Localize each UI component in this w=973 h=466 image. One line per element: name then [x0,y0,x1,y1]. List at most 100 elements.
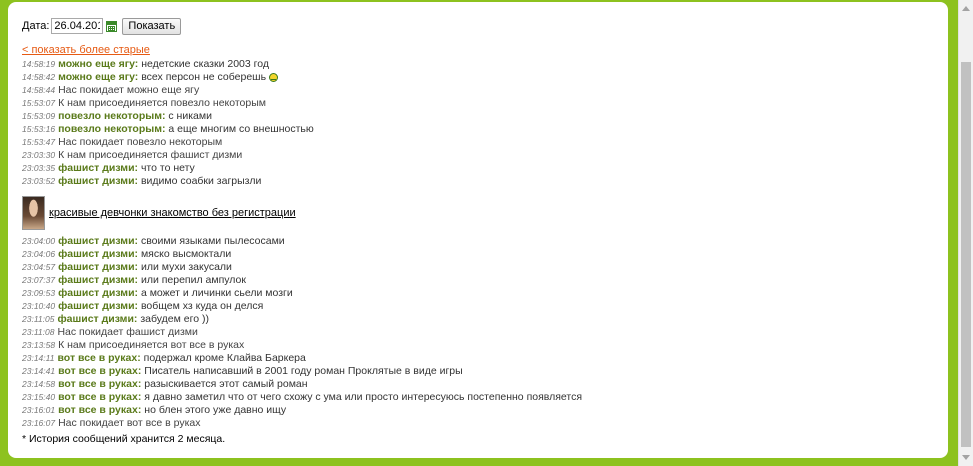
message-author[interactable]: фашист дизми: [58,274,138,286]
message-log: 14:58:19 можно еще ягу: недетские сказки … [22,58,922,188]
message-text: а может и личинки сьели мозги [140,287,293,299]
message-author[interactable]: вот все в руках: [57,352,140,364]
message-author[interactable]: можно еще ягу: [58,71,138,83]
message-timestamp: 23:11:08 [22,327,55,337]
ad-photo[interactable] [22,196,45,230]
message-text: я давно заметил что от чего схожу с ума … [144,391,583,403]
message-timestamp: 23:16:01 [22,405,56,415]
message-author[interactable]: вот все в руках: [58,391,141,403]
message-author[interactable]: фашист дизми: [58,300,138,312]
message-author[interactable]: фашист дизми: [58,175,138,187]
message-timestamp: 23:14:58 [22,379,56,389]
message-author[interactable]: фашист дизми: [58,248,138,260]
message-text: недетские сказки 2003 год [141,58,269,70]
chat-message: 23:11:08 Нас покидает фашист дизми [22,326,922,339]
message-timestamp: 23:03:52 [22,176,56,186]
message-author[interactable]: вот все в руках: [58,378,141,390]
chat-message: 23:03:30 К нам присоединяется фашист дизм… [22,149,922,162]
chat-message: 23:03:52 фашист дизми: видимо соабки загр… [22,175,922,188]
message-timestamp: 23:13:58 [22,340,56,350]
message-timestamp: 15:53:16 [22,124,56,134]
date-filter: Дата: Показать [22,16,182,36]
message-log-continued: 23:04:00 фашист дизми: своими языками пыл… [22,235,922,430]
message-author[interactable]: фашист дизми: [58,235,138,247]
message-author[interactable]: фашист дизми: [58,261,138,273]
message-author[interactable]: фашист дизми: [58,287,138,299]
message-author[interactable]: фашист дизми: [58,162,138,174]
vertical-scrollbar[interactable] [958,0,973,466]
date-label: Дата: [22,20,50,32]
chat-history-panel: Дата: Показать < показать более старые 1… [8,2,948,458]
chat-message: 23:04:00 фашист дизми: своими языками пыл… [22,235,922,248]
show-button[interactable]: Показать [122,17,182,35]
message-author[interactable]: повезло некоторым: [58,110,165,122]
chat-message: 23:14:41 вот все в руках: Писатель написа… [22,365,922,378]
message-author[interactable]: вот все в руках: [58,365,141,377]
message-text: своими языками пылесосами [140,235,285,247]
scroll-down-icon[interactable] [962,455,970,460]
message-timestamp: 15:53:47 [22,137,56,147]
message-text: разыскивается этот самый роман [144,378,308,390]
chat-message: 14:58:44 Нас покидает можно еще ягу [22,84,922,97]
message-timestamp: 14:58:42 [22,72,56,82]
message-text: видимо соабки загрызли [140,175,262,187]
message-timestamp: 15:53:07 [22,98,56,108]
message-timestamp: 23:09:53 [22,288,56,298]
message-text: что то нету [140,162,195,174]
message-text: но блен этого уже давно ищу [144,404,287,416]
chat-message: 23:04:57 фашист дизми: или мухи закусали [22,261,922,274]
message-text: с никами [168,110,212,122]
chat-message: 23:11:05 фашист дизми: забудем его )) [22,313,922,326]
system-message: К нам присоединяется вот все в руках [58,339,245,351]
message-timestamp: 23:15:40 [22,392,56,402]
chat-message: 14:58:19 можно еще ягу: недетские сказки … [22,58,922,71]
scroll-thumb[interactable] [961,62,971,447]
message-timestamp: 23:11:05 [22,314,55,324]
message-text: мяско высмоктали [140,248,232,260]
chat-message: 23:10:40 фашист дизми: вобщем хз куда он … [22,300,922,313]
ad-link[interactable]: красивые девчонки знакомство без регистр… [49,207,296,219]
chat-message: 14:58:42 можно еще ягу: всех персон не со… [22,71,922,84]
message-timestamp: 23:10:40 [22,301,56,311]
message-timestamp: 14:58:19 [22,59,56,69]
system-message: Нас покидает можно еще ягу [58,84,200,96]
message-author[interactable]: повезло некоторым: [58,123,165,135]
chat-message: 23:14:11 вот все в руках: подержал кроме … [22,352,922,365]
chat-message: 15:53:09 повезло некоторым: с никами [22,110,922,123]
message-text: или перепил ампулок [140,274,246,286]
message-timestamp: 23:03:30 [22,150,56,160]
calendar-icon[interactable] [106,20,118,32]
chat-message: 15:53:07 К нам присоединяется повезло нек… [22,97,922,110]
message-timestamp: 23:04:06 [22,249,56,259]
message-text: Писатель написавший в 2001 году роман Пр… [144,365,463,377]
message-text: забудем его )) [140,313,209,325]
message-text: подержал кроме Клайва Баркера [143,352,306,364]
ad-banner[interactable]: красивые девчонки знакомство без регистр… [22,195,296,231]
message-author[interactable]: можно еще ягу: [58,58,138,70]
message-timestamp: 23:14:41 [22,366,56,376]
message-author[interactable]: фашист дизми: [57,313,137,325]
chat-message: 15:53:16 повезло некоторым: а еще многим … [22,123,922,136]
message-author[interactable]: вот все в руках: [58,404,141,416]
show-older-link[interactable]: < показать более старые [22,44,150,56]
chat-message: 23:13:58 К нам присоединяется вот все в р… [22,339,922,352]
date-input[interactable] [51,18,104,34]
message-timestamp: 14:58:44 [22,85,56,95]
system-message: Нас покидает повезло некоторым [58,136,223,148]
chat-message: 23:14:58 вот все в руках: разыскивается э… [22,378,922,391]
system-message: Нас покидает вот все в руках [58,417,201,429]
system-message: Нас покидает фашист дизми [57,326,198,338]
message-timestamp: 23:04:57 [22,262,56,272]
message-timestamp: 23:04:00 [22,236,56,246]
smile-icon [269,72,279,82]
scroll-up-icon[interactable] [962,6,970,11]
message-timestamp: 23:07:37 [22,275,56,285]
chat-message: 23:16:01 вот все в руках: но блен этого у… [22,404,922,417]
history-retention-note: * История сообщений хранится 2 месяца. [22,433,226,445]
message-text: а еще многим со внешностью [168,123,314,135]
chat-message: 23:07:37 фашист дизми: или перепил ампуло… [22,274,922,287]
message-text: или мухи закусали [140,261,232,273]
chat-message: 23:15:40 вот все в руках: я давно заметил… [22,391,922,404]
system-message: К нам присоединяется фашист дизми [58,149,243,161]
message-text: вобщем хз куда он делся [140,300,264,312]
